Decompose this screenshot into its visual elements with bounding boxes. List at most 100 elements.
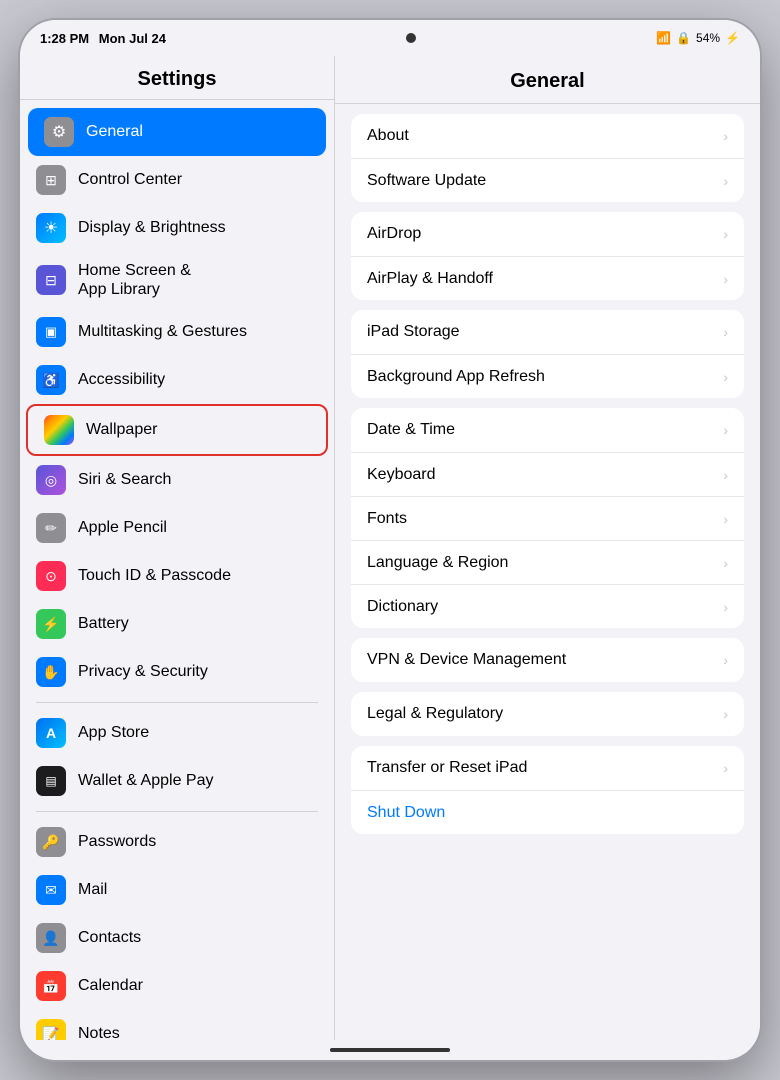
wallpaper-label: Wallpaper [86, 421, 310, 439]
section-separator-2 [36, 811, 318, 812]
sidebar-section-2: A App Store ▤ Wallet & Apple Pay [20, 709, 334, 805]
transfer-reset-label: Transfer or Reset iPad [367, 759, 715, 777]
sidebar-item-touch-id[interactable]: ⊙ Touch ID & Passcode [20, 552, 334, 600]
settings-row-airplay[interactable]: AirPlay & Handoff › [351, 256, 744, 300]
sidebar-item-accessibility[interactable]: ♿ Accessibility [20, 356, 334, 404]
sidebar-item-notes[interactable]: 📝 Notes [20, 1010, 334, 1040]
control-center-label: Control Center [78, 171, 318, 189]
battery-label: Battery [78, 615, 318, 633]
calendar-label: Calendar [78, 977, 318, 995]
contacts-icon: 👤 [36, 923, 66, 953]
background-refresh-label: Background App Refresh [367, 368, 715, 386]
settings-row-vpn[interactable]: VPN & Device Management › [351, 638, 744, 682]
main-panel-title: General [355, 70, 740, 93]
sidebar-item-app-store[interactable]: A App Store [20, 709, 334, 757]
settings-row-dictionary[interactable]: Dictionary › [351, 584, 744, 628]
sidebar-item-wallpaper[interactable]: Wallpaper [26, 404, 328, 456]
general-label: General [86, 123, 310, 141]
settings-row-software-update[interactable]: Software Update › [351, 158, 744, 202]
sidebar-title: Settings [36, 68, 318, 91]
fonts-chevron: › [723, 511, 728, 527]
home-screen-label: Home Screen &App Library [78, 261, 318, 299]
mail-label: Mail [78, 881, 318, 899]
settings-row-language[interactable]: Language & Region › [351, 540, 744, 584]
apple-pencil-icon: ✏ [36, 513, 66, 543]
settings-row-keyboard[interactable]: Keyboard › [351, 452, 744, 496]
sidebar-item-contacts[interactable]: 👤 Contacts [20, 914, 334, 962]
settings-row-about[interactable]: About › [351, 114, 744, 158]
multitasking-label: Multitasking & Gestures [78, 323, 318, 341]
settings-sidebar: Settings ⚙ General ⊞ Control Center [20, 56, 335, 1040]
sidebar-item-battery[interactable]: ⚡ Battery [20, 600, 334, 648]
legal-label: Legal & Regulatory [367, 705, 715, 723]
settings-group-6: Legal & Regulatory › [351, 692, 744, 736]
settings-row-shut-down[interactable]: Shut Down [351, 790, 744, 834]
sidebar-item-general[interactable]: ⚙ General [28, 108, 326, 156]
settings-group-2: AirDrop › AirPlay & Handoff › [351, 212, 744, 300]
sidebar-item-passwords[interactable]: 🔑 Passwords [20, 818, 334, 866]
app-store-icon: A [36, 718, 66, 748]
notes-icon: 📝 [36, 1019, 66, 1040]
settings-row-date-time[interactable]: Date & Time › [351, 408, 744, 452]
sidebar-item-display[interactable]: ☀ Display & Brightness [20, 204, 334, 252]
sidebar-item-multitasking[interactable]: ▣ Multitasking & Gestures [20, 308, 334, 356]
date-time-label: Date & Time [367, 421, 715, 439]
settings-row-airdrop[interactable]: AirDrop › [351, 212, 744, 256]
sidebar-section-1: ⚙ General ⊞ Control Center ☀ Display & B… [20, 108, 334, 696]
sidebar-item-mail[interactable]: ✉ Mail [20, 866, 334, 914]
settings-row-legal[interactable]: Legal & Regulatory › [351, 692, 744, 736]
touch-id-label: Touch ID & Passcode [78, 567, 318, 585]
main-panel: General About › Software Update › AirDro… [335, 56, 760, 1040]
display-label: Display & Brightness [78, 219, 318, 237]
multitasking-icon: ▣ [36, 317, 66, 347]
sidebar-item-calendar[interactable]: 📅 Calendar [20, 962, 334, 1010]
sidebar-list: ⚙ General ⊞ Control Center ☀ Display & B… [20, 100, 334, 1040]
sidebar-item-home-screen[interactable]: ⊟ Home Screen &App Library [20, 252, 334, 308]
dictionary-chevron: › [723, 599, 728, 615]
keyboard-label: Keyboard [367, 466, 715, 484]
ipad-storage-chevron: › [723, 324, 728, 340]
settings-group-4: Date & Time › Keyboard › Fonts › Languag… [351, 408, 744, 628]
sidebar-item-siri[interactable]: ◎ Siri & Search [20, 456, 334, 504]
home-indicator-bar [20, 1040, 760, 1060]
sidebar-section-3: 🔑 Passwords ✉ Mail 👤 Contacts 📅 Calendar [20, 818, 334, 1040]
touch-id-icon: ⊙ [36, 561, 66, 591]
sidebar-item-wallet[interactable]: ▤ Wallet & Apple Pay [20, 757, 334, 805]
settings-group-5: VPN & Device Management › [351, 638, 744, 682]
settings-row-background-refresh[interactable]: Background App Refresh › [351, 354, 744, 398]
app-store-label: App Store [78, 724, 318, 742]
sidebar-item-control-center[interactable]: ⊞ Control Center [20, 156, 334, 204]
sidebar-item-apple-pencil[interactable]: ✏ Apple Pencil [20, 504, 334, 552]
settings-row-transfer-reset[interactable]: Transfer or Reset iPad › [351, 746, 744, 790]
display-icon: ☀ [36, 213, 66, 243]
software-update-chevron: › [723, 173, 728, 189]
keyboard-chevron: › [723, 467, 728, 483]
dictionary-label: Dictionary [367, 598, 715, 616]
home-indicator [330, 1048, 450, 1052]
settings-row-ipad-storage[interactable]: iPad Storage › [351, 310, 744, 354]
wifi-icon: 📶 [656, 31, 671, 45]
settings-row-fonts[interactable]: Fonts › [351, 496, 744, 540]
general-icon: ⚙ [44, 117, 74, 147]
wallet-label: Wallet & Apple Pay [78, 772, 318, 790]
siri-icon: ◎ [36, 465, 66, 495]
vpn-chevron: › [723, 652, 728, 668]
sidebar-item-privacy[interactable]: ✋ Privacy & Security [20, 648, 334, 696]
notes-label: Notes [78, 1025, 318, 1040]
shut-down-label: Shut Down [367, 804, 728, 822]
main-content: Settings ⚙ General ⊞ Control Center [20, 56, 760, 1040]
airdrop-chevron: › [723, 226, 728, 242]
privacy-label: Privacy & Security [78, 663, 318, 681]
mail-icon: ✉ [36, 875, 66, 905]
accessibility-label: Accessibility [78, 371, 318, 389]
contacts-label: Contacts [78, 929, 318, 947]
section-separator-1 [36, 702, 318, 703]
sidebar-header: Settings [20, 56, 334, 100]
main-header: General [335, 56, 760, 104]
transfer-reset-chevron: › [723, 760, 728, 776]
status-time: 1:28 PM Mon Jul 24 [40, 31, 166, 46]
about-chevron: › [723, 128, 728, 144]
airplay-label: AirPlay & Handoff [367, 270, 715, 288]
language-chevron: › [723, 555, 728, 571]
apple-pencil-label: Apple Pencil [78, 519, 318, 537]
